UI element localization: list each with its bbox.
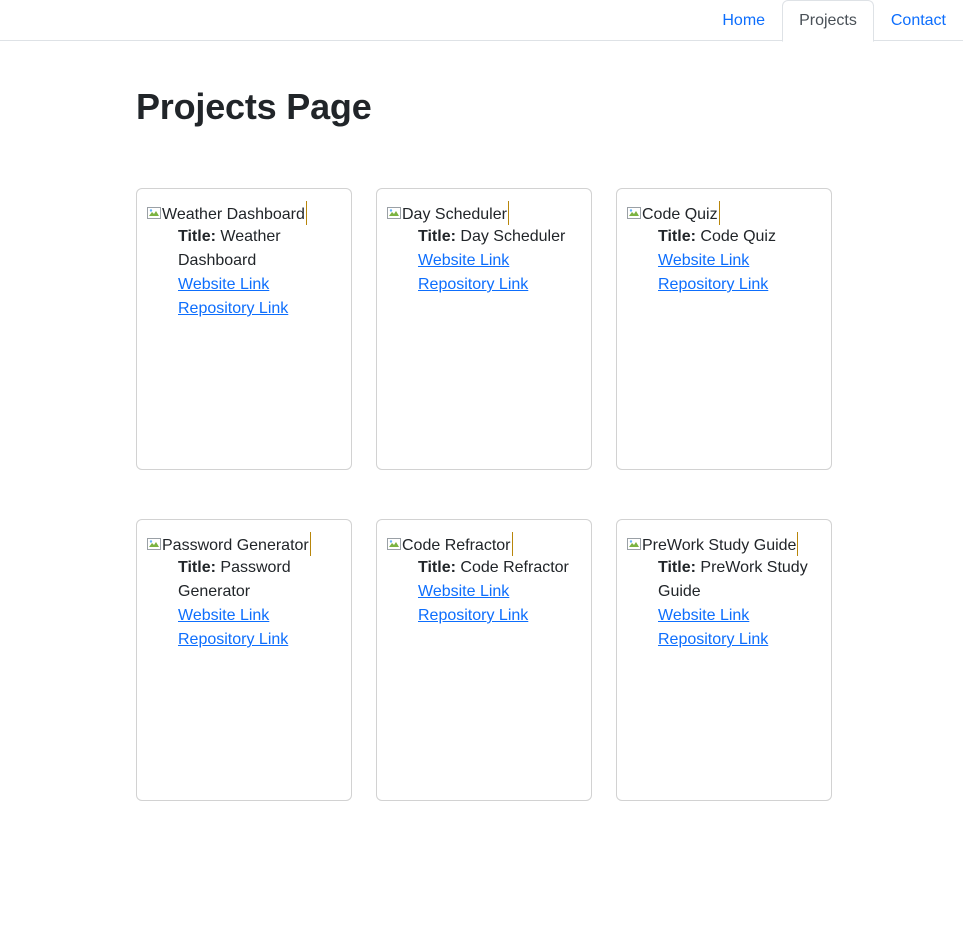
project-card: Password Generator Title: Password Gener… <box>136 519 352 801</box>
project-card: Day Scheduler Title: Day Scheduler Websi… <box>376 188 592 470</box>
repository-link[interactable]: Repository Link <box>418 273 584 297</box>
website-link[interactable]: Website Link <box>658 604 824 628</box>
project-image: PreWork Study Guide <box>626 532 799 557</box>
card-body: Title: PreWork Study Guide Website Link … <box>658 556 824 652</box>
project-image-alt: Code Refractor <box>402 537 511 554</box>
page-title: Projects Page <box>136 86 372 127</box>
project-title: Title: Code Quiz <box>658 225 824 249</box>
website-link[interactable]: Website Link <box>658 249 824 273</box>
project-title: Title: Weather Dashboard <box>178 225 344 273</box>
project-card: Code Refractor Title: Code Refractor Web… <box>376 519 592 801</box>
tab-projects[interactable]: Projects <box>782 0 874 42</box>
project-image-alt: Code Quiz <box>642 206 718 223</box>
project-card: Code Quiz Title: Code Quiz Website Link … <box>616 188 832 470</box>
project-card: Weather Dashboard Title: Weather Dashboa… <box>136 188 352 470</box>
project-image-alt: Password Generator <box>162 537 309 554</box>
broken-image-icon <box>147 207 161 219</box>
broken-image-icon <box>627 207 641 219</box>
card-body: Title: Day Scheduler Website Link Reposi… <box>418 225 584 297</box>
repository-link[interactable]: Repository Link <box>178 628 344 652</box>
tab-home[interactable]: Home <box>705 0 782 42</box>
project-image-alt: Day Scheduler <box>402 206 507 223</box>
repository-link[interactable]: Repository Link <box>658 273 824 297</box>
project-image-alt: Weather Dashboard <box>162 206 305 223</box>
website-link[interactable]: Website Link <box>418 580 584 604</box>
title-prefix: Title: <box>178 559 216 576</box>
image-edge <box>797 532 799 556</box>
broken-image-icon <box>387 538 401 550</box>
card-body: Title: Code Quiz Website Link Repository… <box>658 225 824 297</box>
image-edge <box>305 201 307 225</box>
project-image: Password Generator <box>146 532 311 557</box>
top-nav: Home Projects Contact <box>0 0 963 42</box>
project-image-alt: PreWork Study Guide <box>642 537 797 554</box>
website-link[interactable]: Website Link <box>418 249 584 273</box>
project-title: Title: PreWork Study Guide <box>658 556 824 604</box>
card-body: Title: Password Generator Website Link R… <box>178 556 344 652</box>
website-link[interactable]: Website Link <box>178 273 344 297</box>
project-image: Weather Dashboard <box>146 201 307 226</box>
repository-link[interactable]: Repository Link <box>418 604 584 628</box>
project-image: Code Quiz <box>626 201 720 226</box>
image-edge <box>511 532 513 556</box>
project-card: PreWork Study Guide Title: PreWork Study… <box>616 519 832 801</box>
nav-tabs: Home Projects Contact <box>705 0 963 42</box>
project-title-text: Code Quiz <box>700 228 776 245</box>
project-image: Day Scheduler <box>386 201 509 226</box>
project-image: Code Refractor <box>386 532 513 557</box>
image-edge <box>309 532 311 556</box>
project-title: Title: Code Refractor <box>418 556 584 580</box>
title-prefix: Title: <box>178 228 216 245</box>
project-title: Title: Day Scheduler <box>418 225 584 249</box>
project-title-text: Day Scheduler <box>460 228 566 245</box>
image-edge <box>718 201 720 225</box>
broken-image-icon <box>627 538 641 550</box>
title-prefix: Title: <box>418 228 456 245</box>
repository-link[interactable]: Repository Link <box>658 628 824 652</box>
title-prefix: Title: <box>658 559 696 576</box>
title-prefix: Title: <box>658 228 696 245</box>
broken-image-icon <box>387 207 401 219</box>
project-title: Title: Password Generator <box>178 556 344 604</box>
project-title-text: Code Refractor <box>460 559 569 576</box>
tab-contact[interactable]: Contact <box>874 0 963 42</box>
card-body: Title: Code Refractor Website Link Repos… <box>418 556 584 628</box>
image-edge <box>507 201 509 225</box>
broken-image-icon <box>147 538 161 550</box>
repository-link[interactable]: Repository Link <box>178 297 344 321</box>
card-body: Title: Weather Dashboard Website Link Re… <box>178 225 344 321</box>
website-link[interactable]: Website Link <box>178 604 344 628</box>
title-prefix: Title: <box>418 559 456 576</box>
